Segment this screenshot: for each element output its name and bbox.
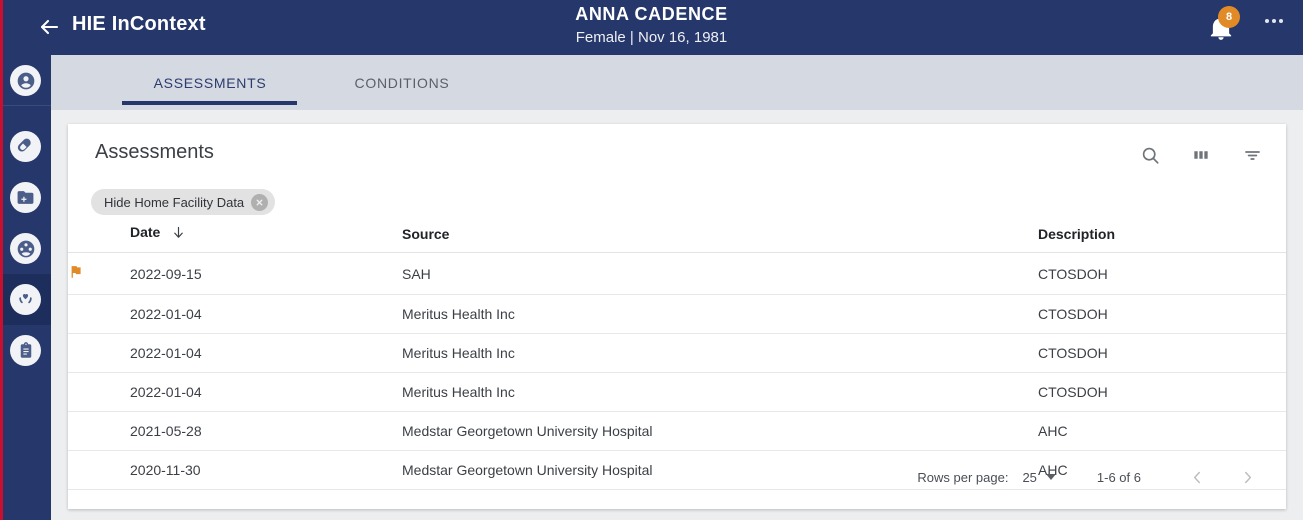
row-source: Meritus Health Inc [402,333,1038,373]
table-row[interactable]: 2022-09-15 SAH CTOSDOH [68,252,1286,295]
flag-icon [71,266,81,278]
rows-per-page-label: Rows per page: [917,469,1009,485]
folder-plus-icon [17,191,34,204]
pill-icon [17,138,31,152]
row-source: Medstar Georgetown University Hospital [402,411,1038,451]
sidebar-icon-wrap-medications [10,131,41,162]
arrow-down-icon [171,225,186,243]
column-header-date-label: Date [130,224,161,240]
rows-per-page-value: 25 [1022,469,1037,485]
sidebar-icon-wrap-documents [10,335,41,366]
table-row[interactable]: 2022-01-04 Meritus Health Inc CTOSDOH [68,372,1286,412]
row-source: Meritus Health Inc [402,294,1038,334]
next-page-button[interactable] [1233,463,1261,491]
paginator: Rows per page: 25 1-6 of 6 [917,463,1261,491]
search-button[interactable] [1138,143,1162,167]
table-header: Date Source Description [68,220,1286,253]
sidebar-icon-wrap-records [10,182,41,213]
patient-demographics: Female | Nov 16, 1981 [575,29,728,46]
chevron-down-icon [1045,474,1056,480]
patient-name: ANNA CADENCE [575,4,728,24]
row-date: 2021-05-28 [130,411,402,451]
row-description: CTOSDOH [1038,372,1286,412]
column-header-flag [68,220,130,253]
card-actions [1138,143,1264,167]
table-row[interactable]: 2021-05-28 Medstar Georgetown University … [68,411,1286,451]
app-root: HIE InContext ANNA CADENCE Female | Nov … [0,0,1303,520]
sidebar-item-patient[interactable] [0,55,51,106]
table-row[interactable]: 2022-01-04 Meritus Health Inc CTOSDOH [68,333,1286,373]
close-glyph [256,199,263,205]
chevron-left-icon [1193,471,1200,483]
column-header-description[interactable]: Description [1038,220,1286,253]
search-icon [1142,147,1159,164]
assessments-table: Date Source Description 2022-09-15 SAH CTO… [68,220,1286,490]
row-flag-cell [68,252,130,295]
more-horizontal-icon [1265,19,1269,23]
left-sidebar [0,55,51,520]
more-horizontal-icon-dot3 [1279,19,1283,23]
row-description: CTOSDOH [1038,252,1286,295]
table-body: 2022-09-15 SAH CTOSDOH 2022-01-04 Meritus He… [68,252,1286,490]
row-source: Meritus Health Inc [402,372,1038,412]
card-title: Assessments [95,141,214,163]
row-description: CTOSDOH [1038,294,1286,334]
column-header-source[interactable]: Source [402,220,1038,253]
sidebar-item-assessments[interactable] [0,274,51,325]
row-date: 2020-11-30 [130,450,402,490]
row-flag-cell [68,450,130,490]
rows-per-page-select[interactable]: 25 [1022,469,1056,485]
sidebar-icon-wrap-assessments [10,284,41,315]
notifications-button[interactable]: 8 [1206,6,1240,43]
columns-button[interactable] [1189,143,1213,167]
table-header-row: Date Source Description [68,220,1286,253]
overflow-menu-button[interactable] [1265,19,1283,23]
chip-label: Hide Home Facility Data [104,194,245,210]
more-horizontal-icon-dot2 [1272,19,1276,23]
sidebar-item-medications[interactable] [0,121,51,172]
sidebar-item-records[interactable] [0,172,51,223]
pagination-range: 1-6 of 6 [1096,469,1141,485]
sidebar-icon-wrap-care-team [10,233,41,264]
sidebar-icon-wrap-patient [10,65,41,96]
row-description: CTOSDOH [1038,333,1286,373]
row-date: 2022-09-15 [130,252,402,295]
row-description: AHC [1038,411,1286,451]
assessments-card: Assessments Hide Home Facility Data Date… [68,124,1286,509]
sidebar-item-care-team[interactable] [0,223,51,274]
clipboard-icon [20,341,31,358]
filter-icon [1244,150,1260,160]
chevron-right-icon [1244,471,1251,483]
filter-chip-hide-home-facility-data[interactable]: Hide Home Facility Data [91,189,276,215]
row-flag-cell [68,294,130,334]
patient-header: ANNA CADENCE Female | Nov 16, 1981 [0,3,1303,49]
notification-badge: 8 [1218,6,1240,28]
people-group-icon [17,240,34,257]
previous-page-button[interactable] [1183,463,1211,491]
top-app-bar: HIE InContext ANNA CADENCE Female | Nov … [0,0,1303,55]
sidebar-item-documents[interactable] [0,325,51,376]
row-flag-cell [68,333,130,373]
row-date: 2022-01-04 [130,294,402,334]
row-date: 2022-01-04 [130,372,402,412]
sort-descending-glyph [174,226,184,238]
row-flag-cell [68,372,130,412]
left-accent-stripe [0,0,3,520]
row-flag-cell [68,411,130,451]
row-source: SAH [402,252,1038,295]
columns-icon [1194,151,1208,159]
active-tab-indicator [122,101,297,105]
heart-hands-icon [19,294,32,304]
person-circle-icon [17,72,34,89]
filter-button[interactable] [1240,143,1264,167]
column-header-date[interactable]: Date [130,220,402,253]
row-date: 2022-01-04 [130,333,402,373]
tab-conditions[interactable]: CONDITIONS [322,55,482,110]
close-icon[interactable] [251,193,269,211]
table-row[interactable]: 2022-01-04 Meritus Health Inc CTOSDOH [68,294,1286,334]
